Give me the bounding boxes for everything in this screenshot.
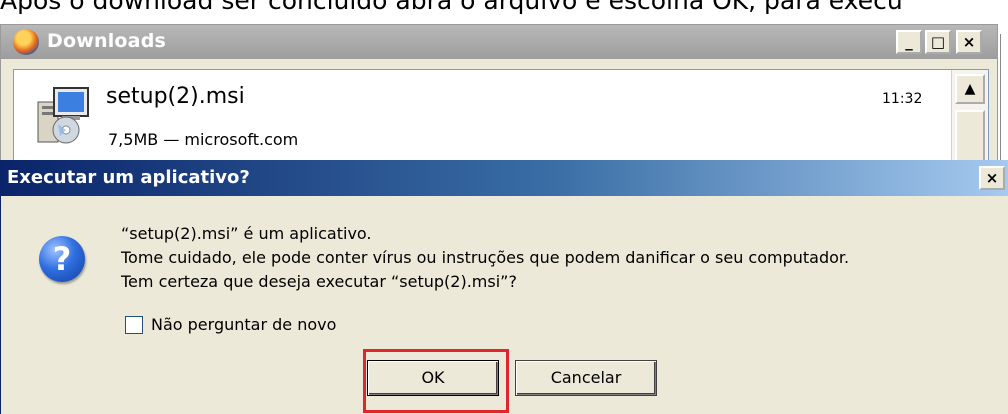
downloads-title: Downloads [47,30,167,52]
background-instruction-text: Após o download ser concluído abra o arq… [0,0,903,15]
msi-installer-icon [32,84,96,146]
close-button[interactable]: × [956,30,982,54]
question-icon: ? [39,236,85,282]
dialog-message-line-2: Tome cuidado, ele pode conter vírus ou i… [121,248,850,267]
downloads-window: Downloads _ □ × setup(2).msi 7,5MB — mic… [0,24,998,179]
download-info: 7,5MB — microsoft.com [108,130,299,149]
dialog-message-line-1: “setup(2).msi” é um aplicativo. [121,224,372,243]
cancel-button[interactable]: Cancelar [515,360,657,396]
download-time: 11:32 [882,91,923,107]
dialog-titlebar[interactable]: Executar um aplicativo? × [1,160,1008,196]
download-filename[interactable]: setup(2).msi [106,84,245,109]
dialog-title: Executar um aplicativo? [7,167,250,188]
background-window-edge [1000,34,1008,164]
run-application-dialog: Executar um aplicativo? × ? “setup(2).ms… [0,160,1008,414]
minimize-button[interactable]: _ [896,30,922,54]
scroll-up-button[interactable]: ▲ [955,74,985,104]
maximize-button[interactable]: □ [925,30,951,54]
dont-ask-again-checkbox[interactable] [125,316,143,334]
dialog-message-line-3: Tem certeza que deseja executar “setup(2… [121,272,517,291]
dont-ask-again-label[interactable]: Não perguntar de novo [151,315,336,334]
downloads-titlebar[interactable]: Downloads _ □ × [1,25,997,59]
ok-button[interactable]: OK [367,360,499,396]
dialog-close-button[interactable]: × [979,166,1005,190]
firefox-icon [13,29,39,55]
